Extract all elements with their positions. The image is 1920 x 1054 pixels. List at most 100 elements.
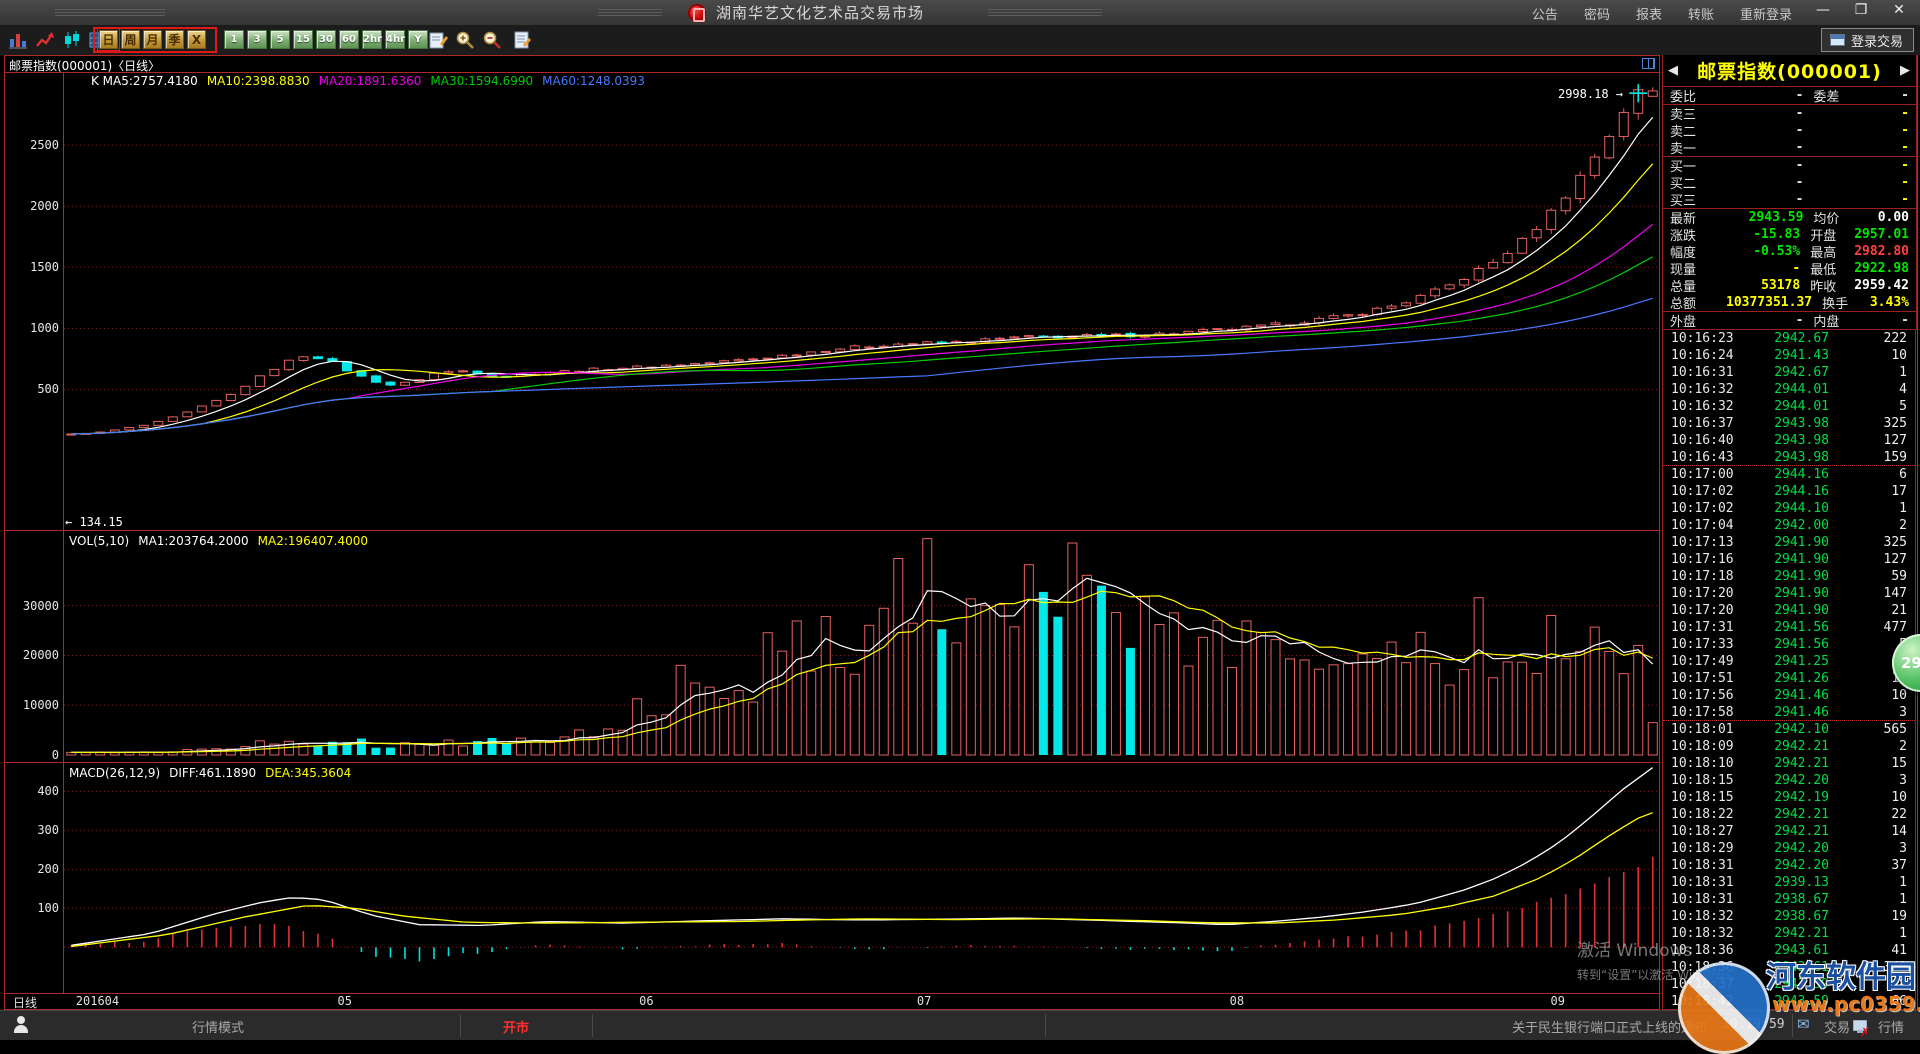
tape-row[interactable]: 10:17:202941.90147	[1663, 585, 1915, 602]
legend-item: MA1:203764.2000	[138, 534, 248, 548]
legend-item: MACD(26,12,9)	[69, 766, 160, 780]
tape-row[interactable]: 10:17:022944.1617	[1663, 483, 1915, 500]
next-instrument-arrow[interactable]: ▶	[1900, 63, 1911, 78]
interval-button-1[interactable]: 1	[224, 30, 244, 49]
tape-row[interactable]: 10:17:022944.101	[1663, 500, 1915, 517]
prev-instrument-arrow[interactable]: ◀	[1668, 63, 1679, 78]
tape-row[interactable]: 10:18:372943.598	[1663, 976, 1915, 993]
mail-icon[interactable]: ✉	[1797, 1015, 1810, 1033]
tape-row[interactable]: 10:17:202941.9021	[1663, 602, 1915, 619]
legend-item: K MA5:2757.4180	[91, 74, 198, 88]
interval-button-5[interactable]: 5	[270, 30, 290, 49]
legend-item: MA2:196407.4000	[258, 534, 368, 548]
login-trade-label: 登录交易	[1851, 31, 1903, 50]
menu-报表[interactable]: 报表	[1636, 4, 1662, 23]
quote-panel: ◀ 邮票指数(000001) ▶ 委比-委差- 卖三--卖二--卖一-- 买一-…	[1662, 55, 1918, 1010]
tape-row[interactable]: 10:18:092942.212	[1663, 738, 1915, 755]
window-title: 湖南华艺文化艺术品交易市场	[716, 2, 924, 23]
tape-row[interactable]: 10:18:292942.203	[1663, 840, 1915, 857]
tape-row[interactable]: 10:18:362943.6141	[1663, 942, 1915, 959]
candlestick-icon[interactable]	[62, 30, 82, 50]
tape-row[interactable]: 10:18:312938.671	[1663, 891, 1915, 908]
menu-转账[interactable]: 转账	[1688, 4, 1714, 23]
tape-row[interactable]: 10:18:322938.6719	[1663, 908, 1915, 925]
bar-chart-icon[interactable]	[8, 30, 28, 50]
layout-split-icon[interactable]	[1642, 58, 1655, 69]
tape-row[interactable]: 10:16:432943.98159	[1663, 449, 1915, 466]
status-bar: 行情模式 开市 关于民生银行端口正式上线的通知 10.19:59 ✉ 交易 ✗ …	[0, 1010, 1920, 1040]
tape-row[interactable]: 10:18:322942.211	[1663, 925, 1915, 942]
tape-row[interactable]: 10:16:322944.014	[1663, 381, 1915, 398]
menu-公告[interactable]: 公告	[1532, 4, 1558, 23]
menu-密码[interactable]: 密码	[1584, 4, 1610, 23]
minimize-button[interactable]: —	[1812, 2, 1834, 18]
y-axis-tick: 400	[7, 784, 59, 798]
tape-row[interactable]: 10:17:002944.166	[1663, 466, 1915, 483]
notepad-icon[interactable]	[512, 30, 532, 50]
tape-row[interactable]: 10:18:222942.2122	[1663, 806, 1915, 823]
y-axis-tick: 1000	[7, 321, 59, 335]
y-axis-tick: 30000	[7, 599, 59, 613]
trend-icon[interactable]	[35, 30, 55, 50]
quote-stats-section: 最新2943.59均价0.00涨跌-15.83开盘2957.01幅度-0.53%…	[1662, 208, 1917, 312]
tape-row[interactable]: 10:16:402943.98127	[1663, 432, 1915, 449]
tape-row[interactable]: 10:18:102942.2115	[1663, 755, 1915, 772]
time-sales-list[interactable]: 10:16:232942.6722210:16:242941.431010:16…	[1662, 329, 1916, 1010]
tape-row[interactable]: 10:16:232942.67222	[1663, 330, 1915, 347]
app-logo-icon	[688, 4, 706, 22]
zoom-in-icon[interactable]	[455, 30, 475, 50]
edit-note-icon[interactable]	[428, 30, 448, 50]
tape-row[interactable]: 10:17:312941.56477	[1663, 619, 1915, 636]
interval-button-60[interactable]: 60	[339, 30, 359, 49]
interval-button-Y[interactable]: Y	[408, 30, 428, 49]
macd-pane[interactable]: MACD(26,12,9)DIFF:461.1890DEA:345.3604 1…	[5, 762, 1659, 993]
close-button[interactable]: ✕	[1888, 2, 1910, 18]
interval-button-2hr[interactable]: 2hr	[362, 30, 382, 49]
restore-button[interactable]: ❐	[1850, 2, 1872, 18]
tape-row[interactable]: 10:17:512941.2613	[1663, 670, 1915, 687]
tape-row[interactable]: 10:17:182941.9059	[1663, 568, 1915, 585]
tape-row[interactable]: 10:18:312942.2037	[1663, 857, 1915, 874]
kline-pane[interactable]: K MA5:2757.4180MA10:2398.8830MA20:1891.6…	[5, 73, 1659, 530]
tape-row[interactable]: 10:16:322944.015	[1663, 398, 1915, 415]
tape-row[interactable]: 10:18:012942.10565	[1663, 721, 1915, 738]
panel-cell: -	[1726, 123, 1803, 138]
period-button-周[interactable]: 周	[121, 30, 140, 49]
volume-pane[interactable]: VOL(5,10)MA1:203764.2000MA2:196407.4000 …	[5, 530, 1659, 762]
period-button-X[interactable]: X	[187, 30, 206, 49]
panel-cell: -	[1726, 175, 1803, 190]
tape-row[interactable]: 10:16:242941.4310	[1663, 347, 1915, 364]
tape-row[interactable]: 10:16:372943.98325	[1663, 415, 1915, 432]
tape-row[interactable]: 10:18:152942.1910	[1663, 789, 1915, 806]
interval-button-3[interactable]: 3	[247, 30, 267, 49]
tape-row[interactable]: 10:17:562941.4610	[1663, 687, 1915, 704]
tape-row[interactable]: 10:17:162941.90127	[1663, 551, 1915, 568]
user-icon[interactable]	[14, 1016, 28, 1034]
menu-重新登录[interactable]: 重新登录	[1740, 4, 1792, 23]
tape-row[interactable]: 10:18:152942.203	[1663, 772, 1915, 789]
period-button-日[interactable]: 日	[99, 30, 118, 49]
interval-button-30[interactable]: 30	[316, 30, 336, 49]
tape-row[interactable]: 10:17:332941.565	[1663, 636, 1915, 653]
tape-row[interactable]: 10:16:312942.671	[1663, 364, 1915, 381]
legend-item: MA30:1594.6990	[430, 74, 533, 88]
login-trade-button[interactable]: 登录交易	[1821, 28, 1914, 52]
tape-row[interactable]: 10:18:362943.61342	[1663, 959, 1915, 976]
tape-row[interactable]: 10:17:492941.251	[1663, 653, 1915, 670]
tape-row[interactable]: 10:18:272942.2114	[1663, 823, 1915, 840]
interval-button-15[interactable]: 15	[293, 30, 313, 49]
quote-status-label[interactable]: 行情	[1878, 1017, 1904, 1036]
trade-status-label[interactable]: 交易	[1824, 1017, 1850, 1036]
tape-row[interactable]: 10:17:132941.90325	[1663, 534, 1915, 551]
interval-button-4hr[interactable]: 4hr	[385, 30, 405, 49]
tape-row[interactable]: 10:17:582941.463	[1663, 704, 1915, 721]
tape-row[interactable]: 10:18:422943.5966	[1663, 993, 1915, 1010]
weibi-section: 委比-委差-	[1662, 86, 1917, 105]
notice-link[interactable]: 关于民生银行端口正式上线的通知	[1512, 1017, 1707, 1036]
zoom-out-icon[interactable]	[482, 30, 502, 50]
tape-row[interactable]: 10:18:312939.131	[1663, 874, 1915, 891]
macd-legend: MACD(26,12,9)DIFF:461.1890DEA:345.3604	[69, 766, 360, 780]
period-button-季[interactable]: 季	[165, 30, 184, 49]
period-button-月[interactable]: 月	[143, 30, 162, 49]
tape-row[interactable]: 10:17:042942.002	[1663, 517, 1915, 534]
